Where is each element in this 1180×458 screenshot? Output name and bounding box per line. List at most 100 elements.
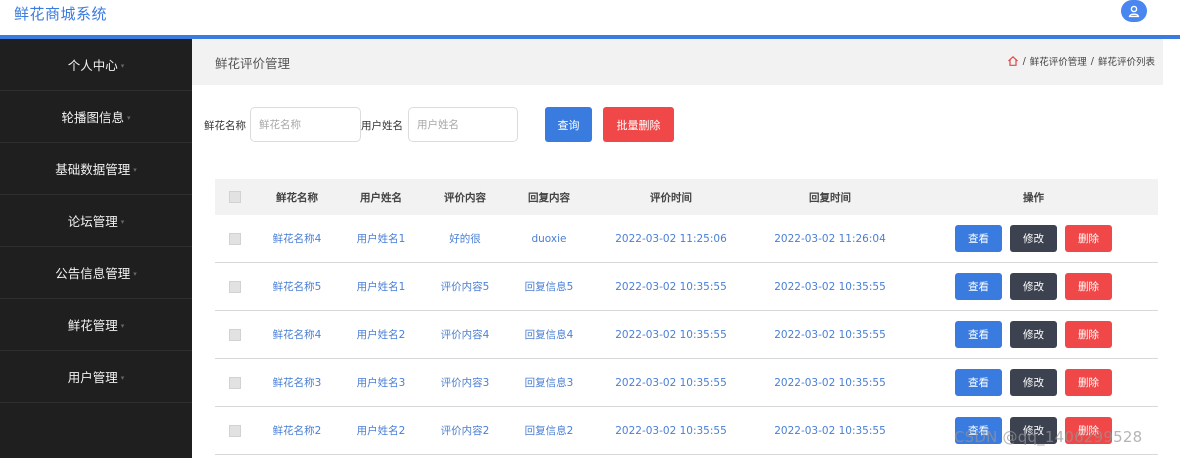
reply-content-cell: 回复信息5 <box>524 281 574 293</box>
flower-name-cell: 鲜花名称4 <box>272 329 322 341</box>
sidebar-item-users[interactable]: 用户管理 ▾ <box>0 351 192 403</box>
row-select-cell <box>215 424 255 437</box>
breadcrumb-separator: / <box>1022 55 1026 67</box>
breadcrumb-level1[interactable]: 鲜花评价管理 <box>1030 54 1087 68</box>
column-header: 评价内容 <box>444 191 486 204</box>
chevron-down-icon: ▾ <box>120 322 125 330</box>
chevron-down-icon: ▾ <box>120 374 125 382</box>
reply-time-cell: 2022-03-02 11:26:04 <box>774 232 886 245</box>
sidebar-item-label: 用户管理 <box>67 370 118 385</box>
row-checkbox[interactable] <box>229 328 241 341</box>
batch-delete-button[interactable]: 批量删除 <box>603 107 674 142</box>
query-button[interactable]: 查询 <box>545 107 592 142</box>
sidebar-item-base-data[interactable]: 基础数据管理 ▾ <box>0 143 192 195</box>
chevron-down-icon: ▾ <box>133 166 137 174</box>
reply-time-cell: 2022-03-02 10:35:55 <box>774 280 886 293</box>
sidebar-item-label: 个人中心 <box>67 58 118 73</box>
user-name-cell: 用户姓名2 <box>356 329 406 341</box>
view-button[interactable]: 查看 <box>955 273 1002 300</box>
select-all-checkbox[interactable] <box>229 191 241 203</box>
reply-time-cell: 2022-03-02 10:35:55 <box>774 328 886 341</box>
chevron-down-icon: ▾ <box>120 62 125 70</box>
reviews-table: 鲜花名称 用户姓名 评价内容 回复内容 评价时间 回复时间 操作 鲜花名称4 用… <box>215 179 1158 455</box>
flower-name-cell: 鲜花名称5 <box>272 281 322 293</box>
user-avatar[interactable] <box>1121 0 1147 22</box>
flower-name-cell: 鲜花名称4 <box>272 233 322 245</box>
review-content-cell: 好的很 <box>449 233 481 245</box>
user-name-cell: 用户姓名3 <box>356 377 406 389</box>
reply-content-cell: 回复信息2 <box>524 425 574 437</box>
sidebar-item-label: 基础数据管理 <box>55 162 131 177</box>
review-content-cell: 评价内容4 <box>440 329 490 341</box>
row-actions: 查看 修改 删除 <box>909 273 1158 300</box>
review-content-cell: 评价内容5 <box>440 281 490 293</box>
row-select-cell <box>215 280 255 293</box>
flower-name-label: 鲜花名称 <box>204 120 246 132</box>
table-row: 鲜花名称3 用户姓名3 评价内容3 回复信息3 2022-03-02 10:35… <box>215 359 1158 407</box>
column-header: 用户姓名 <box>360 191 402 204</box>
top-bar: 鲜花商城系统 <box>0 0 1180 36</box>
user-name-cell: 用户姓名1 <box>356 233 406 245</box>
user-icon <box>1128 5 1140 18</box>
review-content-cell: 评价内容2 <box>440 425 490 437</box>
user-name-cell: 用户姓名1 <box>356 281 406 293</box>
delete-button[interactable]: 删除 <box>1065 321 1112 348</box>
table-row: 鲜花名称4 用户姓名1 好的很 duoxie 2022-03-02 11:25:… <box>215 215 1158 263</box>
row-checkbox[interactable] <box>229 376 241 389</box>
breadcrumb-level2: 鲜花评价列表 <box>1097 57 1155 68</box>
edit-button[interactable]: 修改 <box>1010 321 1057 348</box>
delete-button[interactable]: 删除 <box>1065 225 1112 252</box>
content-header: 鲜花评价管理 / 鲜花评价管理 / 鲜花评价列表 <box>192 39 1163 85</box>
edit-button[interactable]: 修改 <box>1010 273 1057 300</box>
sidebar-item-label: 鲜花管理 <box>67 318 118 333</box>
view-button[interactable]: 查看 <box>955 225 1002 252</box>
watermark: CSDN @qq_1406299528 <box>954 428 1143 446</box>
user-name-label: 用户姓名 <box>361 120 403 132</box>
row-checkbox[interactable] <box>229 424 241 437</box>
reply-time-cell: 2022-03-02 10:35:55 <box>774 376 886 389</box>
table-row: 鲜花名称4 用户姓名2 评价内容4 回复信息4 2022-03-02 10:35… <box>215 311 1158 359</box>
sidebar-item-carousel[interactable]: 轮播图信息 ▾ <box>0 91 192 143</box>
sidebar-item-flowers[interactable]: 鲜花管理 ▾ <box>0 299 192 351</box>
row-actions: 查看 修改 删除 <box>909 369 1158 396</box>
user-name-cell: 用户姓名2 <box>356 425 406 437</box>
breadcrumb: / 鲜花评价管理 / 鲜花评价列表 <box>1007 54 1155 68</box>
edit-button[interactable]: 修改 <box>1010 225 1057 252</box>
row-select-cell <box>215 376 255 389</box>
view-button[interactable]: 查看 <box>955 321 1002 348</box>
review-time-cell: 2022-03-02 10:35:55 <box>615 376 727 389</box>
page-title: 鲜花评价管理 <box>215 56 291 71</box>
chevron-down-icon: ▾ <box>127 114 131 122</box>
review-time-cell: 2022-03-02 10:35:55 <box>615 328 727 341</box>
row-select-cell <box>215 232 255 245</box>
reply-content-cell: duoxie <box>531 232 567 245</box>
home-icon[interactable] <box>1007 55 1019 67</box>
breadcrumb-separator: / <box>1090 55 1094 67</box>
view-button[interactable]: 查看 <box>955 369 1002 396</box>
user-name-input[interactable] <box>408 107 518 142</box>
review-time-cell: 2022-03-02 10:35:55 <box>615 424 727 437</box>
row-select-cell <box>215 328 255 341</box>
reply-time-cell: 2022-03-02 10:35:55 <box>774 424 886 437</box>
sidebar-item-forum[interactable]: 论坛管理 ▾ <box>0 195 192 247</box>
delete-button[interactable]: 删除 <box>1065 273 1112 300</box>
reply-content-cell: 回复信息3 <box>524 377 574 389</box>
chevron-down-icon: ▾ <box>120 218 125 226</box>
table-row: 鲜花名称5 用户姓名1 评价内容5 回复信息5 2022-03-02 10:35… <box>215 263 1158 311</box>
sidebar-item-label: 论坛管理 <box>67 214 118 229</box>
edit-button[interactable]: 修改 <box>1010 369 1057 396</box>
column-header: 回复内容 <box>528 191 570 204</box>
column-header: 回复时间 <box>809 191 851 204</box>
delete-button[interactable]: 删除 <box>1065 369 1112 396</box>
select-all-cell <box>215 191 255 203</box>
row-checkbox[interactable] <box>229 280 241 293</box>
row-actions: 查看 修改 删除 <box>909 321 1158 348</box>
table-header: 鲜花名称 用户姓名 评价内容 回复内容 评价时间 回复时间 操作 <box>215 179 1158 215</box>
review-time-cell: 2022-03-02 10:35:55 <box>615 280 727 293</box>
review-content-cell: 评价内容3 <box>440 377 490 389</box>
row-checkbox[interactable] <box>229 232 241 245</box>
flower-name-input[interactable] <box>250 107 361 142</box>
sidebar-item-personal-center[interactable]: 个人中心 ▾ <box>0 39 192 91</box>
sidebar-item-announcements[interactable]: 公告信息管理 ▾ <box>0 247 192 299</box>
sidebar-item-label: 轮播图信息 <box>61 110 124 125</box>
